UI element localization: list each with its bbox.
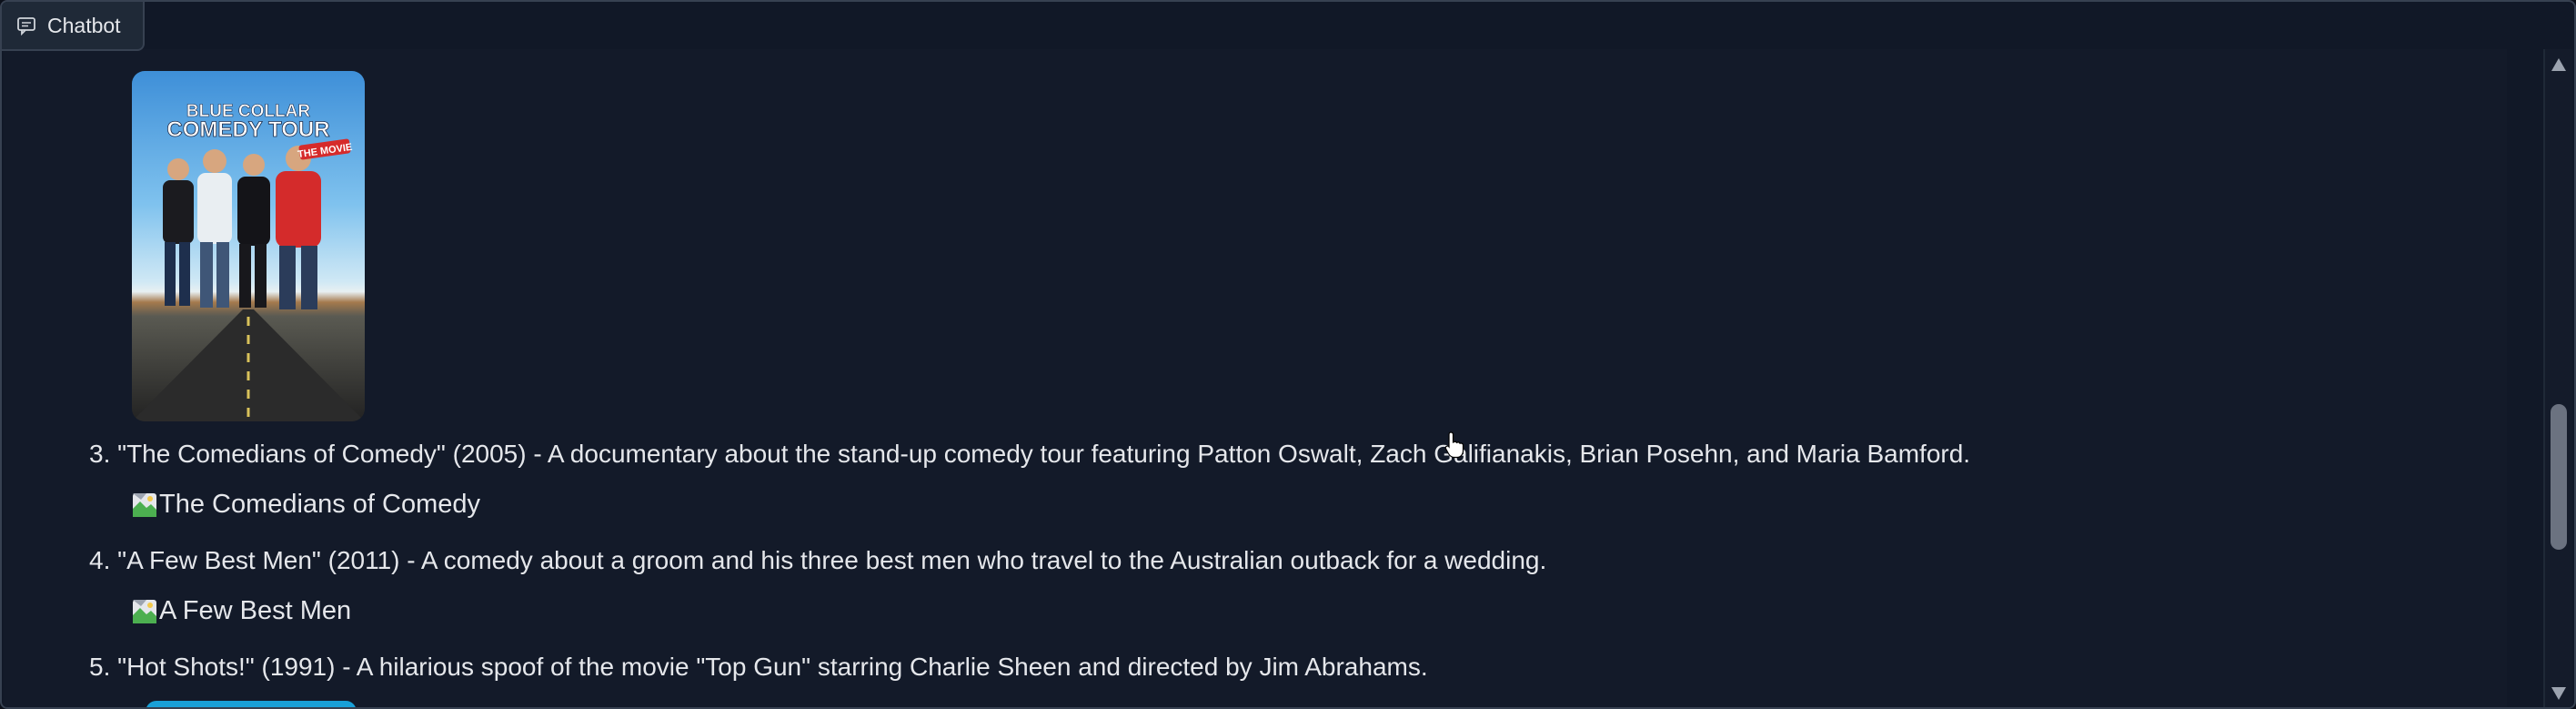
image-alt-text: A Few Best Men: [159, 596, 352, 625]
scrollbar-thumb[interactable]: [2551, 404, 2567, 550]
scroll-down-arrow-icon[interactable]: [2551, 687, 2566, 700]
comedians-of-comedy-image[interactable]: The Comedians of Comedy: [132, 488, 480, 521]
chatbot-label: Chatbot: [2, 2, 145, 51]
list-item-4: 4. "A Few Best Men" (2011) - A comedy ab…: [89, 546, 1547, 574]
chatbot-panel: Chatbot BLUE COLLAR COMEDY TOUR THE MOVI…: [0, 0, 2576, 709]
image-alt-text: The Comedians of Comedy: [159, 490, 480, 519]
scroll-up-arrow-icon[interactable]: [2551, 58, 2566, 71]
movie-poster-image[interactable]: BLUE COLLAR COMEDY TOUR THE MOVIE: [132, 71, 365, 421]
broken-image-icon: [132, 597, 157, 624]
list-item-3: 3. "The Comedians of Comedy" (2005) - A …: [89, 440, 1971, 468]
chatbot-label-text: Chatbot: [47, 13, 121, 37]
chat-icon: [16, 15, 36, 36]
broken-image-icon: [132, 491, 157, 518]
hot-shots-image-top[interactable]: [146, 701, 357, 707]
hand-cursor-icon: [1444, 431, 1464, 463]
chat-messages[interactable]: BLUE COLLAR COMEDY TOUR THE MOVIE 3. "Th…: [4, 49, 2507, 707]
poster-title-line2: COMEDY TOUR: [166, 117, 329, 142]
a-few-best-men-image[interactable]: A Few Best Men: [132, 594, 351, 627]
scrollbar[interactable]: [2543, 49, 2572, 707]
list-item-5: 5. "Hot Shots!" (1991) - A hilarious spo…: [89, 653, 1428, 681]
